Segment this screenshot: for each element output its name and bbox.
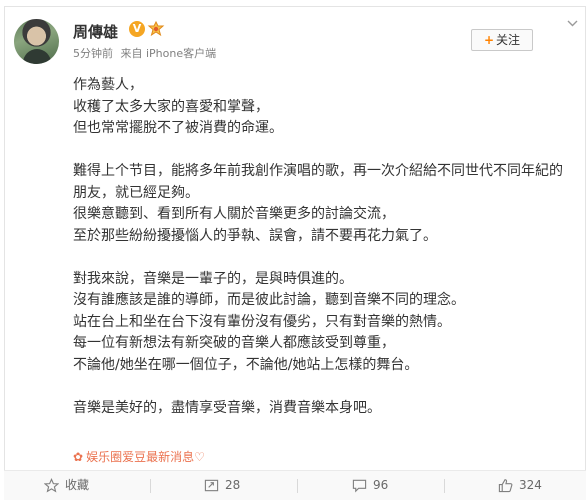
favorite-label: 收藏 (65, 478, 90, 492)
post-text-line: 至於那些紛紛擾擾惱人的爭執、誤會，請不要再花力氣了。 (73, 227, 437, 244)
post-meta: 5分钟前 来自 iPhone客户端 (73, 45, 220, 61)
post-text-line: 沒有誰應該是誰的導師，而是彼此討論，聽到音樂不同的理念。 (73, 292, 465, 308)
post-text-line: 很樂意聽到、看到所有人關於音樂更多的討論交流， (73, 206, 395, 222)
source-client: 来自 iPhone客户端 (120, 47, 217, 60)
username[interactable]: 周傳雄 (73, 21, 118, 42)
repost-icon (204, 479, 219, 492)
repost-button[interactable]: 28 (204, 471, 240, 500)
member-icon (147, 20, 165, 37)
verified-badge-icon: V (129, 21, 145, 37)
action-bar: 收藏 28 96 324 (4, 470, 586, 500)
comment-button[interactable]: 96 (352, 471, 388, 500)
post-text-line: 作為藝人， (73, 77, 143, 93)
weibo-post-card: 周傳雄 V 5分钟前 来自 iPhone客户端 + 关注 作為藝人， 收穫了太多大家… (4, 6, 586, 497)
thumbs-up-icon (498, 479, 513, 493)
like-count: 324 (519, 478, 542, 492)
favorite-icon (44, 478, 59, 493)
post-text-line: 對我來說，音樂是一輩子的，是與時俱進的。 (73, 270, 353, 287)
repost-count: 28 (225, 478, 241, 492)
avatar[interactable] (14, 19, 59, 64)
post-text-line: 收穫了太多大家的喜愛和掌聲， (73, 98, 269, 115)
flower-icon: ✿ (73, 450, 84, 464)
post-text-line: 但也常常擺脫不了被消費的命運。 (73, 120, 283, 136)
post-text-line: 站在台上和坐在台下沒有輩份沒有優劣，只有對音樂的熱情。 (73, 313, 451, 330)
comment-count: 96 (373, 478, 389, 492)
post-text-line: 朋友，就已經足夠。 (73, 184, 199, 201)
topic-tag-label: 娱乐圈爱豆最新消息♡ (86, 450, 205, 464)
comment-icon (352, 479, 367, 493)
post-text-line: 音樂是美好的，盡情享受音樂，消費音樂本身吧。 (73, 399, 381, 416)
timestamp[interactable]: 5分钟前 (73, 47, 113, 60)
chevron-down-icon[interactable] (565, 17, 579, 31)
favorite-button[interactable]: 收藏 (44, 471, 89, 500)
post-text-line: 難得上个节目，能將多年前我創作演唱的歌，再一次介紹給不同世代不同年紀的 (73, 163, 563, 179)
post-text-line: 不論他/她坐在哪一個位子，不論他/她站上怎樣的舞台。 (73, 356, 419, 373)
post-text-line: 每一位有新想法有新突破的音樂人都應該受到尊重， (73, 335, 395, 351)
like-button[interactable]: 324 (498, 471, 542, 500)
topic-tag[interactable]: ✿ 娱乐圈爱豆最新消息♡ (73, 448, 205, 465)
plus-icon: + (483, 33, 495, 47)
follow-label: 关注 (496, 33, 521, 47)
post-content: 作為藝人， 收穫了太多大家的喜愛和掌聲， 但也常常擺脫不了被消費的命運。難得上个节目… (73, 75, 573, 419)
follow-button[interactable]: + 关注 (471, 29, 533, 51)
